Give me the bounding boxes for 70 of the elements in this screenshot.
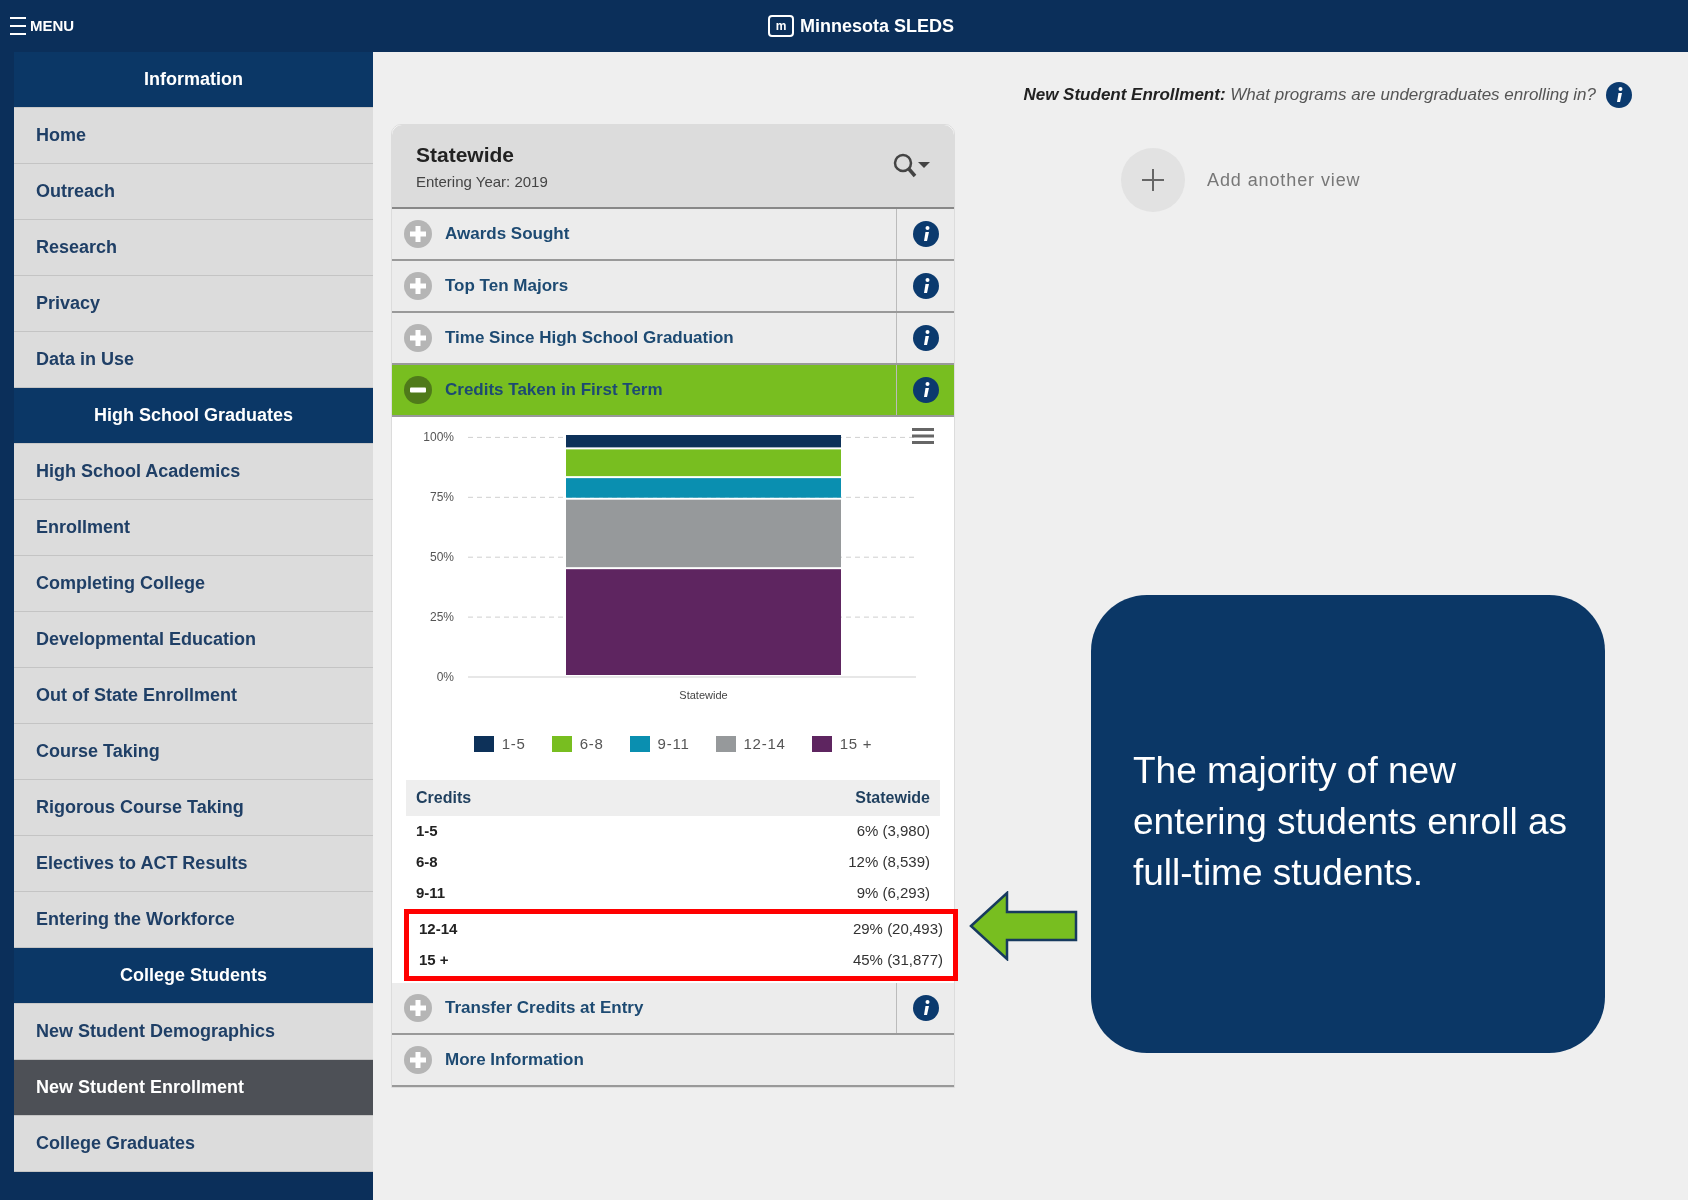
sidebar-item[interactable]: Data in Use — [14, 332, 373, 388]
sidebar-item[interactable]: New Student Demographics — [14, 1004, 373, 1060]
table-cell-text: 9% (6,293) — [856, 882, 930, 903]
table-cell-text: 6-8 — [416, 851, 438, 872]
sidebar-item[interactable]: Enrollment — [14, 500, 373, 556]
sidebar-item[interactable]: Privacy — [14, 276, 373, 332]
sidebar-item[interactable]: New Student Enrollment — [14, 1060, 373, 1116]
sidebar-item[interactable]: Electives to ACT Results — [14, 836, 373, 892]
minus-icon — [403, 375, 433, 405]
menu-button[interactable]: MENU — [0, 14, 75, 38]
axis-label: 0% — [436, 670, 454, 684]
table-cell-text: 1-5 — [416, 820, 438, 841]
info-icon[interactable] — [912, 994, 939, 1021]
sidebar-section-header: Information — [14, 52, 373, 108]
info-icon[interactable] — [1606, 82, 1632, 108]
sidebar-item[interactable]: Research — [14, 220, 373, 276]
table-cell-text: 6% (3,980) — [856, 820, 930, 841]
legend-label: 12-14 — [743, 734, 786, 754]
sidebar-item[interactable]: Developmental Education — [14, 612, 373, 668]
axis-label: Statewide — [679, 689, 728, 701]
info-icon[interactable] — [912, 273, 939, 299]
sidebar-item[interactable]: College Graduates — [14, 1116, 373, 1172]
sidebar-item[interactable]: Out of State Enrollment — [14, 668, 373, 724]
plus-icon — [403, 992, 433, 1023]
panel-subtitle: Entering Year: 2019 — [416, 171, 548, 192]
sidebar-item[interactable]: Home — [14, 108, 373, 164]
plus-icon — [403, 1044, 433, 1075]
info-icon[interactable] — [912, 325, 939, 351]
axis-label: 75% — [429, 490, 454, 505]
sidebar-item[interactable]: Completing College — [14, 556, 373, 612]
sidebar-section-header: College Students — [14, 948, 373, 1004]
panel-title: Statewide — [416, 142, 516, 168]
plus-icon — [403, 323, 433, 353]
site-title: Minnesota SLEDS — [800, 14, 955, 38]
legend-label: 6-8 — [579, 734, 604, 754]
sidebar-item[interactable]: Outreach — [14, 164, 373, 220]
table-cell-text: 9-11 — [416, 882, 446, 903]
table-cell-text: 15 + — [419, 949, 449, 970]
sidebar-item[interactable]: Course Taking — [14, 724, 373, 780]
arrow-icon — [969, 891, 1079, 961]
search-dropdown-button[interactable] — [892, 152, 930, 180]
sidebar-item[interactable]: Rigorous Course Taking — [14, 780, 373, 836]
table-cell-text: 29% (20,493) — [852, 918, 943, 939]
plus-icon — [403, 271, 433, 301]
axis-label: 50% — [429, 550, 454, 565]
table-cell-text: 45% (31,877) — [852, 949, 943, 970]
sidebar-item[interactable]: Entering the Workforce — [14, 892, 373, 948]
legend-label: 1-5 — [501, 734, 526, 754]
legend-label: 9-11 — [657, 734, 690, 754]
add-view-label: Add another view — [1207, 168, 1361, 192]
menu-icon — [10, 15, 26, 37]
axis-label: 25% — [429, 610, 454, 625]
axis-label: 100% — [423, 430, 454, 445]
column-header: Credits — [416, 787, 472, 808]
section-toggle[interactable]: More Information — [392, 1034, 954, 1085]
callout-text: The majority of new entering students enroll as full-time students. — [1133, 749, 1568, 895]
chart-menu-icon[interactable] — [912, 427, 934, 445]
logo: m — [768, 15, 795, 37]
sidebar-item[interactable]: High School Academics — [14, 444, 373, 500]
plus-icon — [1142, 169, 1164, 191]
table-cell-text: 12% (8,539) — [848, 851, 930, 872]
legend-label: 15 + — [839, 734, 873, 754]
sidebar-section-header: High School Graduates — [14, 388, 373, 444]
plus-icon — [403, 219, 433, 249]
info-icon[interactable] — [912, 377, 939, 403]
column-header: Statewide — [855, 787, 930, 808]
info-icon[interactable] — [912, 221, 939, 247]
page-heading: New Student Enrollment: What programs are undergraduates enrolling in? — [1023, 84, 1596, 107]
table-cell-text: 12-14 — [419, 918, 458, 939]
search-icon — [892, 152, 930, 180]
